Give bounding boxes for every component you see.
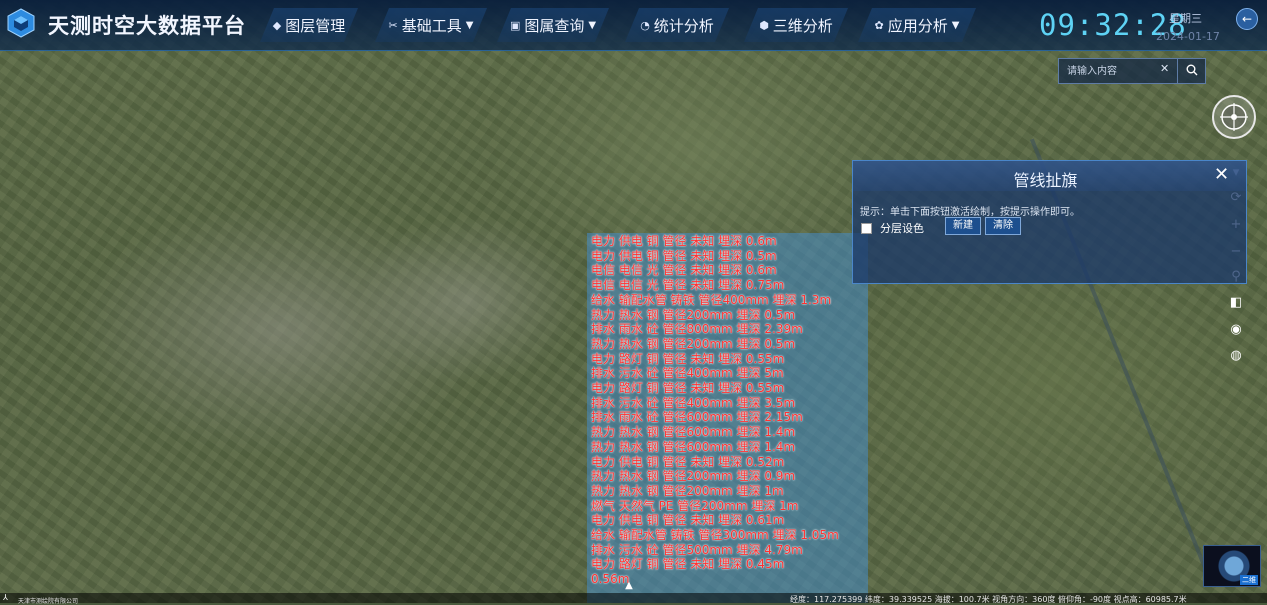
pipe-label-list: 电力 供电 铜 管径 未知 埋深 0.6m 电力 供电 铜 管径 未知 埋深 0.… <box>591 234 871 587</box>
search-icon <box>1186 64 1197 76</box>
nav-label: 基础工具 <box>401 16 462 35</box>
pipe-label: 热力 热水 钢 管径200mm 埋深 1m <box>591 483 784 498</box>
new-button[interactable]: 新建 <box>945 217 981 235</box>
layer-color-label: 分层设色 <box>880 222 924 235</box>
pipe-label: 电力 路灯 铜 管径 未知 埋深 0.45m <box>591 557 785 572</box>
pipe-label: 热力 热水 钢 管径200mm 埋深 0.9m <box>591 469 796 484</box>
nav-layer-manage[interactable]: ◆ 图层管理 <box>260 8 358 42</box>
logo-icon <box>7 8 35 38</box>
pipe-label: 热力 热水 钢 管径600mm 埋深 1.4m <box>591 425 796 440</box>
pipe-label: 电力 供电 铜 管径 未知 埋深 0.61m <box>591 513 785 528</box>
layers-icon: ◆ <box>272 18 282 32</box>
pipe-label: 电力 路灯 铜 管径 未知 埋深 0.55m <box>591 381 785 396</box>
chevron-up-icon: ▲ <box>625 580 633 591</box>
coordinate-readout: 经度：117.275399 纬度：39.339525 海拔：100.7米 视角方… <box>790 595 1187 604</box>
pipe-label: 排水 污水 砼 管径500mm 埋深 4.79m <box>591 542 803 557</box>
company-name: 天津市测绘院有限公司 <box>18 598 79 605</box>
nav-app-analysis[interactable]: ✿ 应用分析 ▼ <box>858 8 976 42</box>
query-icon: ▣ <box>509 18 521 32</box>
chevron-down-icon: ▼ <box>465 19 474 31</box>
cube-icon: ⬢ <box>759 18 769 32</box>
pipe-label: 排水 污水 砼 管径400mm 埋深 3.5m <box>591 395 796 410</box>
nav-statistics[interactable]: ◔ 统计分析 <box>625 8 729 42</box>
pipe-label: 热力 热水 钢 管径200mm 埋深 0.5m <box>591 307 796 322</box>
chart-icon: ◔ <box>640 18 650 32</box>
pipe-label: 排水 雨水 砼 管径800mm 埋深 2.39m <box>591 322 803 337</box>
date: 2024-01-17 <box>1156 30 1220 43</box>
pipe-label: 排水 雨水 砼 管径600mm 埋深 2.15m <box>591 410 803 425</box>
search-input[interactable] <box>1065 61 1165 81</box>
compass-icon[interactable] <box>1211 94 1257 140</box>
layer-color-checkbox[interactable] <box>861 223 872 234</box>
minimap-label[interactable]: 二维 <box>1240 575 1258 585</box>
app-title: 天测时空大数据平台 <box>48 14 246 38</box>
company-logo-icon: ⅄ <box>3 593 8 602</box>
pipe-label: 电力 供电 铜 管径 未知 埋深 0.5m <box>591 248 777 263</box>
nav-label: 应用分析 <box>887 16 948 35</box>
chevron-down-icon: ▼ <box>951 19 960 31</box>
pipe-label: 排水 污水 砼 管径400mm 埋深 5m <box>591 366 784 381</box>
panel-title: 管线扯旗 <box>1013 171 1078 190</box>
clear-button[interactable]: 清除 <box>985 217 1021 235</box>
app-icon: ✿ <box>874 18 884 32</box>
nav-3d-analysis[interactable]: ⬢ 三维分析 <box>744 8 848 42</box>
pipe-label: 热力 热水 钢 管径200mm 埋深 0.5m <box>591 336 796 351</box>
pipe-label: 电力 路灯 铜 管径 未知 埋深 0.55m <box>591 351 785 366</box>
nav-label: 三维分析 <box>772 16 833 35</box>
pipe-label: 热力 热水 钢 管径600mm 埋深 1.4m <box>591 439 796 454</box>
nav-label: 图属查询 <box>524 16 585 35</box>
arrow-left-icon: ← <box>1241 12 1253 26</box>
weekday: 星期三 <box>1169 12 1202 25</box>
pipe-label: 电力 供电 铜 管径 未知 埋深 0.52m <box>591 454 785 469</box>
eye-icon[interactable]: ◉ <box>1227 321 1245 339</box>
pipe-label: 燃气 天然气 PE 管径200mm 埋深 1m <box>591 498 799 513</box>
pipe-label: 给水 输配水管 铸铁 管径300mm 埋深 1.05m <box>591 528 839 543</box>
collapse-toggle[interactable]: ▲ <box>612 580 646 594</box>
pipe-label: 给水 输配水管 铸铁 管径400mm 埋深 1.3m <box>591 292 832 307</box>
nav-basic-tools[interactable]: ✂ 基础工具 ▼ <box>375 8 487 42</box>
nav-label: 统计分析 <box>653 16 714 35</box>
pipe-label: 电力 供电 铜 管径 未知 埋深 0.6m <box>591 234 777 248</box>
search-button[interactable] <box>1177 58 1205 84</box>
close-icon[interactable]: ✕ <box>1214 164 1229 185</box>
tools-icon: ✂ <box>388 18 398 32</box>
close-icon[interactable]: ✕ <box>1160 62 1169 75</box>
panel-header: 管线扯旗 <box>853 161 1246 191</box>
back-button[interactable]: ← <box>1236 8 1258 30</box>
globe-icon[interactable]: ◍ <box>1227 347 1245 365</box>
nav-attribute-query[interactable]: ▣ 图属查询 ▼ <box>497 8 609 42</box>
split-icon[interactable]: ◧ <box>1227 294 1245 312</box>
panel-hint: 提示：单击下面按钮激活绘制，按提示操作即可。 <box>860 207 1080 218</box>
chevron-down-icon: ▼ <box>588 19 597 31</box>
pipe-label: 电信 电信 光 管径 未知 埋深 0.6m <box>591 263 777 278</box>
nav-label: 图层管理 <box>285 16 346 35</box>
pipe-label: 电信 电信 光 管径 未知 埋深 0.75m <box>591 278 785 293</box>
